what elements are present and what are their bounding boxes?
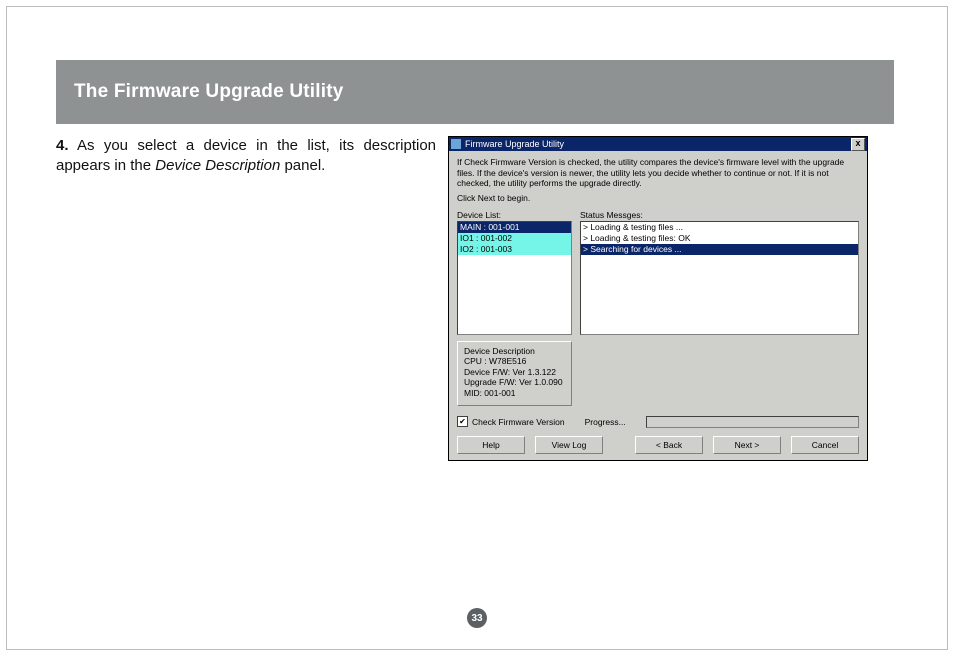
lists-row: Device List: MAIN : 001-001 IO1 : 001-00… — [457, 210, 859, 406]
checkbox-icon: ✔ — [457, 416, 468, 427]
device-list-label: Device List: — [457, 210, 572, 220]
instruction-italic: Device Description — [155, 157, 280, 174]
list-item[interactable]: IO2 : 001-003 — [458, 244, 571, 255]
page-content: The Firmware Upgrade Utility 4. As you s… — [56, 60, 894, 461]
list-item: > Loading & testing files ... — [581, 222, 858, 233]
status-label: Status Messges: — [580, 210, 859, 220]
progress-bar — [646, 416, 859, 428]
firmware-dialog: Firmware Upgrade Utility x If Check Firm… — [448, 136, 868, 461]
desc-line: MID: 001-001 — [464, 388, 565, 399]
close-icon[interactable]: x — [851, 138, 865, 151]
desc-line: Device F/W: Ver 1.3.122 — [464, 367, 565, 378]
viewlog-button[interactable]: View Log — [535, 436, 603, 454]
button-row: Help View Log < Back Next > Cancel — [457, 436, 859, 454]
device-description-panel: Device Description CPU : W78E516 Device … — [457, 341, 572, 406]
section-header: The Firmware Upgrade Utility — [56, 60, 894, 124]
note-line-1: If Check Firmware Version is checked, th… — [457, 157, 859, 189]
dialog-note: If Check Firmware Version is checked, th… — [457, 157, 859, 204]
help-button[interactable]: Help — [457, 436, 525, 454]
note-line-2: Click Next to begin. — [457, 193, 859, 204]
instruction-paragraph: 4. As you select a device in the list, i… — [56, 136, 436, 177]
app-icon — [451, 139, 461, 149]
device-listbox[interactable]: MAIN : 001-001 IO1 : 001-002 IO2 : 001-0… — [457, 221, 572, 335]
section-title: The Firmware Upgrade Utility — [74, 81, 344, 103]
next-button[interactable]: Next > — [713, 436, 781, 454]
list-item: > Searching for devices ... — [581, 244, 858, 255]
step-number: 4. — [56, 137, 69, 154]
back-button[interactable]: < Back — [635, 436, 703, 454]
dialog-title: Firmware Upgrade Utility — [465, 139, 851, 149]
list-item: > Loading & testing files: OK — [581, 233, 858, 244]
status-column: Status Messges: > Loading & testing file… — [580, 210, 859, 406]
desc-heading: Device Description — [464, 346, 565, 357]
cancel-button[interactable]: Cancel — [791, 436, 859, 454]
dialog-titlebar: Firmware Upgrade Utility x — [449, 137, 867, 151]
list-item[interactable]: IO1 : 001-002 — [458, 233, 571, 244]
body-row: 4. As you select a device in the list, i… — [56, 136, 894, 461]
instruction-text-b: panel. — [280, 157, 325, 174]
options-row: ✔ Check Firmware Version Progress... — [457, 416, 859, 428]
list-item[interactable]: MAIN : 001-001 — [458, 222, 571, 233]
desc-line: Upgrade F/W: Ver 1.0.090 — [464, 377, 565, 388]
checkbox-label: Check Firmware Version — [472, 417, 565, 427]
progress-label: Progress... — [585, 417, 626, 427]
page-number-badge: 33 — [467, 608, 487, 628]
page-number: 33 — [471, 613, 482, 624]
desc-line: CPU : W78E516 — [464, 356, 565, 367]
dialog-body: If Check Firmware Version is checked, th… — [449, 151, 867, 460]
check-firmware-checkbox[interactable]: ✔ Check Firmware Version — [457, 416, 565, 427]
device-list-column: Device List: MAIN : 001-001 IO1 : 001-00… — [457, 210, 572, 406]
status-listbox[interactable]: > Loading & testing files ... > Loading … — [580, 221, 859, 335]
